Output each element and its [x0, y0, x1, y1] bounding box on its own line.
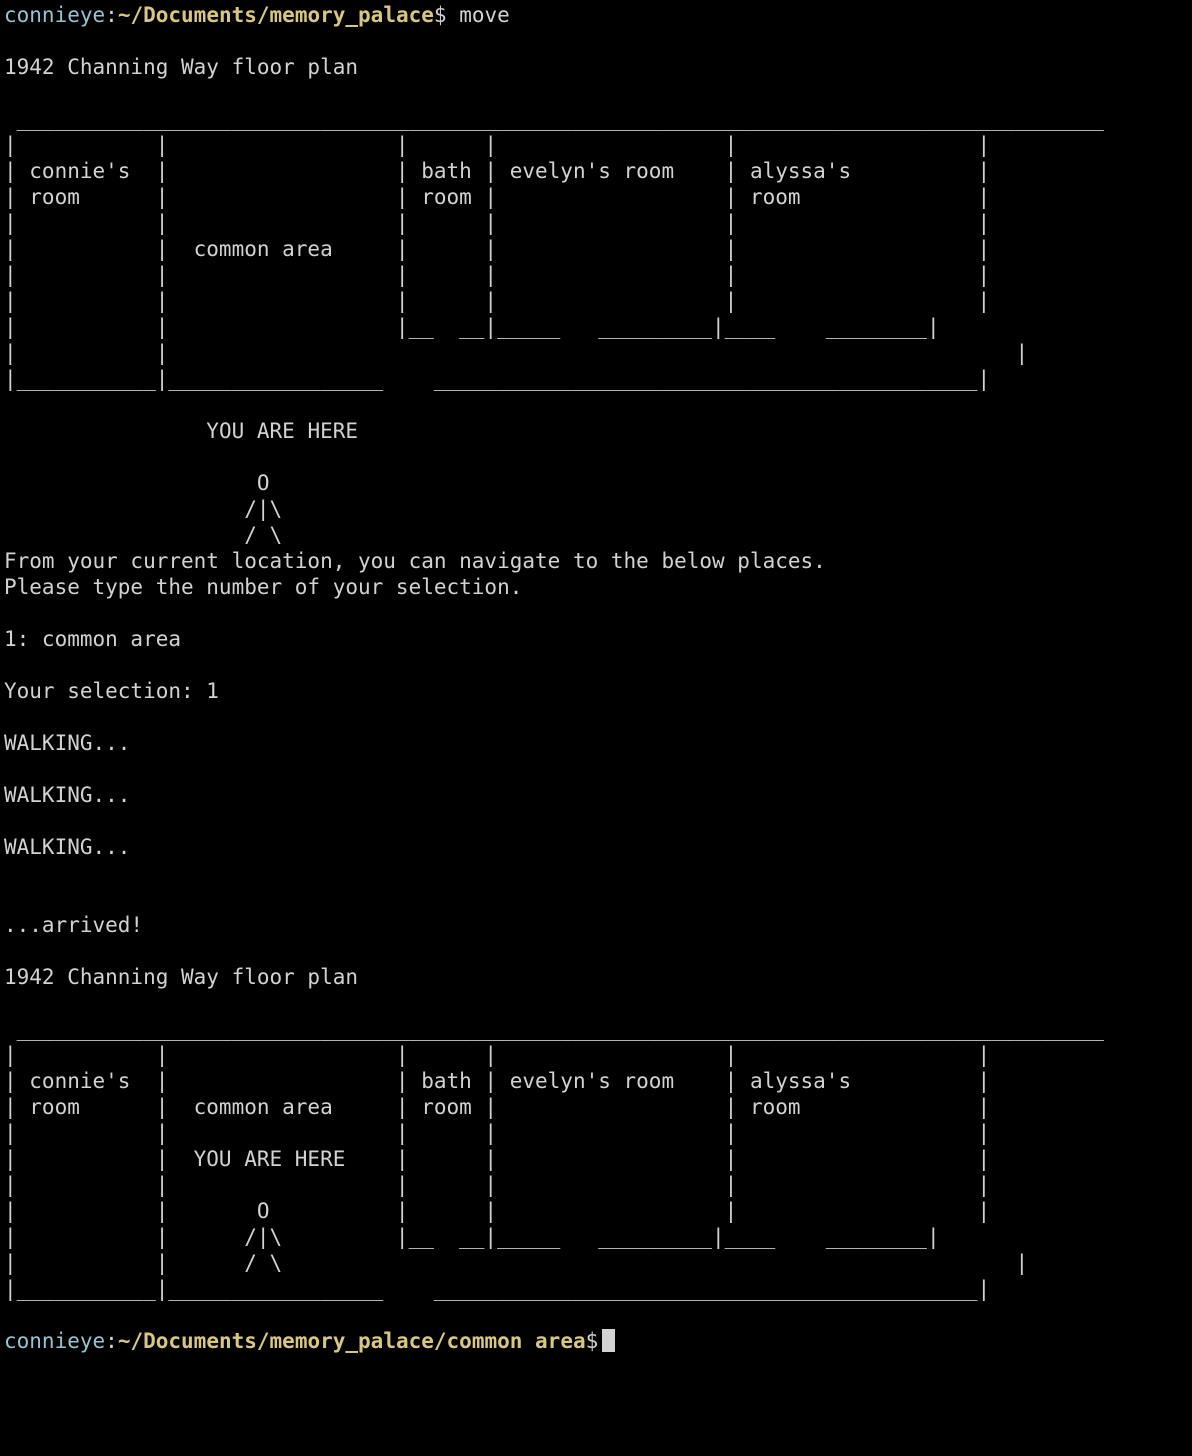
prompt-user: connieye: [4, 3, 106, 27]
floor-plan-row: | | O | | | |: [4, 1199, 991, 1223]
floor-plan-row: | | | | | |: [4, 1121, 991, 1145]
arrived-status: ...arrived!: [4, 913, 144, 937]
command-prompt-line[interactable]: connieye:~/Documents/memory_palace/commo…: [4, 1328, 1192, 1354]
floor-plan-row: |___________|_________________ _________…: [4, 1277, 991, 1301]
floor-plan-row: | connie's | | bath | evelyn's room | al…: [4, 159, 991, 183]
floor-plan-row: | | /|\ |__ __|_____ _________|____ ____…: [4, 1225, 940, 1249]
floor-plan-row: | room | | room | | room |: [4, 185, 991, 209]
you-are-here-label: YOU ARE HERE: [206, 419, 359, 443]
prompt-path: ~/Documents/memory_palace: [117, 3, 434, 27]
floor-plan-row: | | | | | |: [4, 1043, 991, 1067]
floor-plan-row: ________________________________________…: [4, 1017, 1104, 1041]
floor-plan-row: ________________________________________…: [4, 107, 1104, 131]
walking-status: WALKING...: [4, 783, 131, 807]
terminal-window[interactable]: connieye:~/Documents/memory_palace$ move…: [4, 2, 1192, 1456]
stick-figure-icon: O /|\ / \: [244, 471, 283, 547]
floor-plan-row: | room | common area | room | | room |: [4, 1095, 991, 1119]
floor-plan-row: | | YOU ARE HERE | | | |: [4, 1147, 991, 1171]
floor-plan-row: | | | | | |: [4, 1173, 991, 1197]
selection-line: Your selection: 1: [4, 679, 219, 703]
prompt-symbol: $: [433, 3, 447, 27]
prompt-path: ~/Documents/memory_palace/common area: [117, 1329, 586, 1353]
floor-plan-row: | | | | | |: [4, 289, 991, 313]
floor-plan-row: | | common area | | | |: [4, 237, 991, 261]
floor-plan-row: | | / \ |: [4, 1251, 1029, 1275]
command-text: move: [459, 3, 510, 27]
floor-plan-row: | connie's | | bath | evelyn's room | al…: [4, 1069, 991, 1093]
command-prompt-line: connieye:~/Documents/memory_palace$ move: [4, 3, 510, 27]
floor-plan-row: | | | | | |: [4, 263, 991, 287]
floor-plan-row: | | |__ __|_____ _________|____ ________…: [4, 315, 940, 339]
floor-plan-title: 1942 Channing Way floor plan: [4, 965, 359, 989]
floor-plan-row: | | |: [4, 341, 1029, 365]
floor-plan-row: | | | | | |: [4, 211, 991, 235]
floor-plan-row: | | | | | |: [4, 133, 991, 157]
nav-intro-1: From your current location, you can navi…: [4, 549, 826, 573]
nav-intro-2: Please type the number of your selection…: [4, 575, 523, 599]
floor-plan-ascii: ________________________________________…: [4, 106, 1192, 392]
nav-option: 1: common area: [4, 627, 182, 651]
floor-plan-ascii: ________________________________________…: [4, 1016, 1192, 1302]
prompt-symbol: $: [585, 1329, 599, 1353]
floor-plan-title: 1942 Channing Way floor plan: [4, 55, 359, 79]
walking-status: WALKING...: [4, 835, 131, 859]
prompt-user: connieye: [4, 1329, 106, 1353]
floor-plan-row: |___________|_________________ _________…: [4, 367, 991, 391]
text-cursor[interactable]: [602, 1329, 616, 1352]
walking-status: WALKING...: [4, 731, 131, 755]
